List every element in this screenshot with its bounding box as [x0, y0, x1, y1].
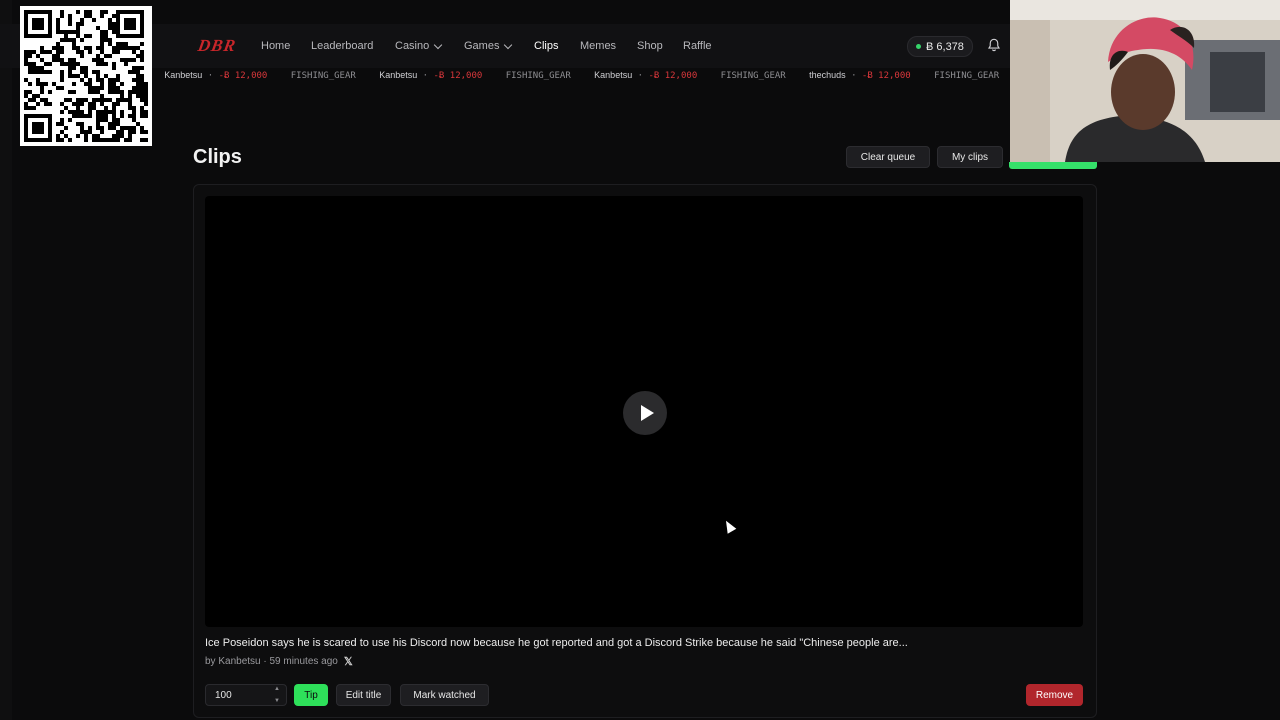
balance-amount: Ƀ 6,378 — [926, 40, 964, 53]
nav-games[interactable]: Games — [464, 40, 513, 52]
nav-shop[interactable]: Shop — [637, 40, 663, 52]
remove-button[interactable]: Remove — [1026, 684, 1083, 706]
stepper-down-icon[interactable]: ▼ — [274, 698, 280, 704]
tip-button[interactable]: Tip — [294, 684, 328, 706]
nav-memes[interactable]: Memes — [580, 40, 616, 52]
balance-badge[interactable]: Ƀ 6,378 — [907, 36, 973, 57]
nav-games-label: Games — [464, 40, 500, 52]
play-button[interactable] — [623, 391, 667, 435]
chevron-down-icon — [434, 40, 443, 49]
clip-author-time: by Kanbetsu · 59 minutes ago — [205, 656, 338, 667]
bell-icon[interactable] — [987, 38, 1001, 52]
tip-amount-stepper[interactable]: ▲ ▼ — [272, 686, 282, 704]
ticker-item-tag: FISHING_GEAR — [290, 71, 356, 81]
nav-raffle[interactable]: Raffle — [683, 40, 712, 52]
webcam-person-image — [1010, 0, 1280, 162]
sidebar-edge — [0, 0, 12, 720]
ticker-item: Kanbetsu · -Ƀ 12,000 — [594, 70, 698, 81]
nav-casino-label: Casino — [395, 40, 430, 52]
play-icon — [640, 405, 654, 421]
submit-clip-button[interactable] — [1009, 162, 1097, 169]
nav-home[interactable]: Home — [261, 40, 290, 52]
site-logo[interactable]: DBR — [196, 36, 237, 56]
webcam-overlay — [1010, 0, 1280, 162]
ticker-item-tag: FISHING_GEAR — [505, 71, 571, 81]
nav-leaderboard[interactable]: Leaderboard — [311, 40, 373, 52]
page-title: Clips — [193, 146, 242, 168]
my-clips-button[interactable]: My clips — [937, 146, 1003, 168]
stepper-up-icon[interactable]: ▲ — [274, 686, 280, 692]
edit-title-button[interactable]: Edit title — [336, 684, 391, 706]
clear-queue-button[interactable]: Clear queue — [846, 146, 930, 168]
ticker-item-tag: FISHING_GEAR — [934, 71, 1000, 81]
clip-title: Ice Poseidon says he is scared to use hi… — [205, 637, 908, 649]
qr-code-pattern — [24, 10, 148, 142]
qr-code — [20, 6, 152, 146]
ticker-item: Kanbetsu · -Ƀ 12,000 — [379, 70, 483, 81]
chevron-down-icon — [504, 40, 513, 49]
ticker-item: Kanbetsu · -Ƀ 12,000 — [164, 70, 268, 81]
ticker-item: thechuds · -Ƀ 12,000 — [809, 70, 911, 81]
purchase-ticker: AR Kanbetsu · -Ƀ 12,000 FISHING_GEAR Kan… — [150, 70, 1010, 84]
x-logo-icon[interactable]: 𝕏 — [344, 655, 353, 668]
clip-meta: by Kanbetsu · 59 minutes ago 𝕏 — [205, 655, 353, 668]
ticker-item-tag: FISHING_GEAR — [720, 71, 786, 81]
nav-clips[interactable]: Clips — [534, 40, 558, 52]
online-dot-icon — [916, 44, 921, 49]
mark-watched-button[interactable]: Mark watched — [400, 684, 489, 706]
nav-casino[interactable]: Casino — [395, 40, 443, 52]
